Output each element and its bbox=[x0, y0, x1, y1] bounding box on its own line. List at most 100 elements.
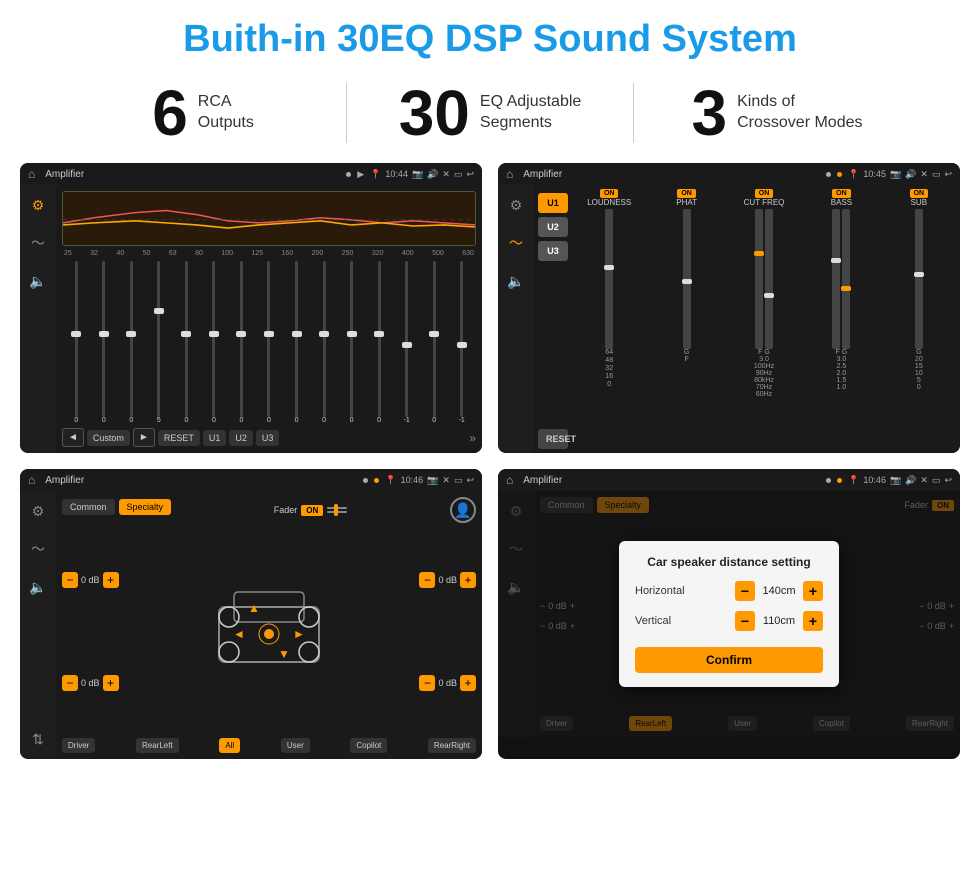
eq-slider-4[interactable]: 0 bbox=[174, 261, 199, 424]
dialog-vertical-plus[interactable]: + bbox=[803, 611, 823, 631]
fader-db-left-bot: − 0 dB + bbox=[62, 675, 119, 691]
home-icon-eq[interactable]: ⌂ bbox=[28, 167, 35, 181]
fader-db-rb-plus[interactable]: + bbox=[460, 675, 476, 691]
dialog-horizontal-plus[interactable]: + bbox=[803, 581, 823, 601]
crossover-screen-title: Amplifier bbox=[523, 169, 820, 180]
eq-slider-5[interactable]: 0 bbox=[202, 261, 227, 424]
svg-text:►: ► bbox=[293, 627, 305, 641]
crossover-reset-button[interactable]: RESET bbox=[538, 429, 568, 449]
dialog-vertical-minus[interactable]: − bbox=[735, 611, 755, 631]
fader-sidebar-eq-icon[interactable]: ⚙ bbox=[26, 499, 50, 523]
fader-db-lt-plus[interactable]: + bbox=[103, 572, 119, 588]
dialog-horizontal-minus[interactable]: − bbox=[735, 581, 755, 601]
eq-slider-2[interactable]: 0 bbox=[119, 261, 144, 424]
eq-next-button[interactable]: ► bbox=[133, 428, 155, 447]
fader-db-right-bot: − 0 dB + bbox=[419, 675, 476, 691]
fader-pin-icon: 📍 bbox=[385, 475, 396, 486]
dialog-horizontal-label: Horizontal bbox=[635, 585, 685, 597]
fader-left-sidebar: ⚙ 〜 🔈 ⇅ bbox=[20, 491, 56, 759]
eq-sidebar-speaker-icon[interactable]: 🔈 bbox=[26, 269, 50, 293]
fader-rearright-button[interactable]: RearRight bbox=[428, 738, 476, 753]
ch-loudness: ON LOUDNESS 644832160 bbox=[572, 189, 646, 388]
eq-u1-button[interactable]: U1 bbox=[203, 430, 227, 446]
eq-u2-button[interactable]: U2 bbox=[229, 430, 253, 446]
eq-prev-button[interactable]: ◄ bbox=[62, 428, 84, 447]
eq-slider-13[interactable]: 0 bbox=[422, 261, 447, 424]
fader-driver-button[interactable]: Driver bbox=[62, 738, 95, 753]
fader-db-rt-plus[interactable]: + bbox=[460, 572, 476, 588]
dialog-horizontal-row: Horizontal − 140cm + bbox=[635, 581, 823, 601]
eq-slider-8[interactable]: 0 bbox=[284, 261, 309, 424]
fader-tab-specialty[interactable]: Specialty bbox=[119, 499, 172, 515]
eq-custom-button[interactable]: Custom bbox=[87, 430, 130, 446]
fader-db-rt-minus[interactable]: − bbox=[419, 572, 435, 588]
stat-text-rca: RCA Outputs bbox=[198, 92, 254, 134]
dialog-confirm-button[interactable]: Confirm bbox=[635, 647, 823, 673]
eq-slider-1[interactable]: 0 bbox=[92, 261, 117, 424]
screen-crossover: ⌂ Amplifier 📍 10:45 📷 🔊 ✕ ▭ ↩ ⚙ 〜 🔈 bbox=[498, 163, 960, 453]
eq-sidebar-eq-icon[interactable]: ⚙ bbox=[26, 193, 50, 217]
fader-dot2 bbox=[374, 478, 379, 483]
fader-db-lb-plus[interactable]: + bbox=[103, 675, 119, 691]
eq-slider-0[interactable]: 0 bbox=[64, 261, 89, 424]
crossover-u2-button[interactable]: U2 bbox=[538, 217, 568, 237]
eq-slider-14[interactable]: -1 bbox=[449, 261, 474, 424]
dialog-vertical-label: Vertical bbox=[635, 615, 671, 627]
home-icon-crossover[interactable]: ⌂ bbox=[506, 167, 513, 181]
eq-sidebar-wave-icon[interactable]: 〜 bbox=[26, 231, 50, 255]
fader-tab-common[interactable]: Common bbox=[62, 499, 115, 515]
eq-reset-button[interactable]: RESET bbox=[158, 430, 200, 446]
fader-slider-icon bbox=[327, 503, 347, 517]
screen-fader: ⌂ Amplifier 📍 10:46 📷 ✕ ▭ ↩ ⚙ 〜 🔈 ⇅ bbox=[20, 469, 482, 759]
ch-phat: ON PHAT GF bbox=[649, 189, 723, 363]
eq-play-icon: ▶ bbox=[357, 169, 364, 180]
eq-slider-7[interactable]: 0 bbox=[257, 261, 282, 424]
stat-number-eq: 30 bbox=[399, 81, 470, 145]
fader-db-lt-minus[interactable]: − bbox=[62, 572, 78, 588]
fader-user-icon: 👤 bbox=[450, 497, 476, 523]
home-icon-fader[interactable]: ⌂ bbox=[28, 473, 35, 487]
fader-sidebar-speaker-icon[interactable]: 🔈 bbox=[26, 575, 50, 599]
fader-back-icon[interactable]: ↩ bbox=[466, 475, 474, 486]
dialog-box: Car speaker distance setting Horizontal … bbox=[619, 541, 839, 687]
crossover-rect-icon: ▭ bbox=[932, 169, 941, 180]
crossover-u3-button[interactable]: U3 bbox=[538, 241, 568, 261]
eq-slider-3[interactable]: 5 bbox=[147, 261, 172, 424]
dialog-horizontal-value: 140cm bbox=[759, 585, 799, 597]
fader-rearleft-button[interactable]: RearLeft bbox=[136, 738, 179, 753]
crossover-sidebar-eq-icon[interactable]: ⚙ bbox=[504, 193, 528, 217]
fader-on-badge: ON bbox=[301, 505, 323, 516]
crossover-left-sidebar: ⚙ 〜 🔈 bbox=[498, 185, 534, 453]
fader-sidebar-wave-icon[interactable]: 〜 bbox=[26, 537, 50, 561]
status-bar-eq: ⌂ Amplifier ▶ 📍 10:44 📷 🔊 ✕ ▭ ↩ bbox=[20, 163, 482, 185]
fader-all-button[interactable]: All bbox=[219, 738, 240, 753]
eq-slider-9[interactable]: 0 bbox=[312, 261, 337, 424]
crossover-sidebar-wave-icon[interactable]: 〜 bbox=[504, 231, 528, 255]
eq-freq-labels: 253240506380100125160200250320400500630 bbox=[62, 250, 476, 257]
stat-text-crossover: Kinds of Crossover Modes bbox=[737, 92, 862, 134]
crossover-camera-icon: 📷 bbox=[890, 169, 901, 180]
fader-sidebar-arrows-icon[interactable]: ⇅ bbox=[26, 727, 50, 751]
crossover-pin-icon: 📍 bbox=[848, 169, 859, 180]
eq-u3-button[interactable]: U3 bbox=[256, 430, 280, 446]
fader-db-lt-value: 0 dB bbox=[81, 575, 100, 585]
eq-bottom-bar: ◄ Custom ► RESET U1 U2 U3 » bbox=[62, 428, 476, 447]
eq-slider-6[interactable]: 0 bbox=[229, 261, 254, 424]
crossover-dot1 bbox=[826, 172, 831, 177]
crossover-u1-button[interactable]: U1 bbox=[538, 193, 568, 213]
stats-row: 6 RCA Outputs 30 EQ Adjustable Segments … bbox=[0, 71, 980, 157]
fader-db-lb-minus[interactable]: − bbox=[62, 675, 78, 691]
fader-db-rb-minus[interactable]: − bbox=[419, 675, 435, 691]
fader-user-button[interactable]: User bbox=[281, 738, 310, 753]
fader-copilot-button[interactable]: Copilot bbox=[350, 738, 387, 753]
crossover-sidebar-speaker-icon[interactable]: 🔈 bbox=[504, 269, 528, 293]
eq-dot1 bbox=[346, 172, 351, 177]
stat-eq: 30 EQ Adjustable Segments bbox=[347, 81, 633, 145]
crossover-x-icon: ✕ bbox=[920, 169, 928, 180]
eq-slider-12[interactable]: -1 bbox=[394, 261, 419, 424]
eq-back-icon[interactable]: ↩ bbox=[466, 169, 474, 180]
crossover-back-icon[interactable]: ↩ bbox=[944, 169, 952, 180]
eq-slider-11[interactable]: 0 bbox=[367, 261, 392, 424]
dialog-vertical-control: − 110cm + bbox=[735, 611, 823, 631]
eq-slider-10[interactable]: 0 bbox=[339, 261, 364, 424]
